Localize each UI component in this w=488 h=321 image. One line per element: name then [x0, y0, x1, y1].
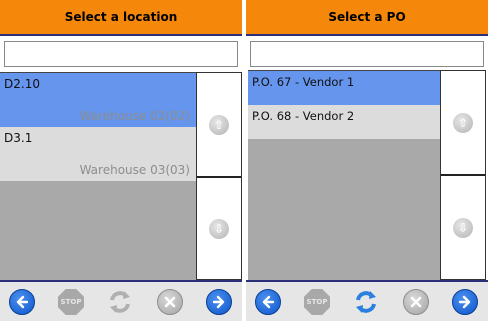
cancel-button[interactable] — [402, 288, 430, 316]
location-scroll-down-button[interactable]: ⇩ — [197, 178, 241, 279]
arrow-right-icon — [452, 289, 478, 315]
location-list-item[interactable]: D2.10 Warehouse 02(02) — [0, 73, 196, 127]
location-code: D3.1 — [4, 131, 33, 145]
location-warehouse: Warehouse 02(02) — [79, 109, 190, 123]
refresh-icon — [110, 291, 130, 313]
cancel-button[interactable] — [156, 288, 184, 316]
close-icon — [403, 289, 429, 315]
location-scroll-up-button[interactable]: ⇧ — [197, 73, 241, 176]
po-search-input[interactable] — [250, 41, 484, 67]
location-panel-header: Select a location — [0, 0, 242, 36]
po-panel-header: Select a PO — [246, 0, 488, 36]
refresh-button[interactable] — [352, 288, 380, 316]
arrow-down-icon: ⇩ — [453, 217, 473, 238]
location-list[interactable]: D2.10 Warehouse 02(02) D3.1 Warehouse 03… — [0, 72, 196, 280]
arrow-left-icon — [9, 289, 35, 315]
po-panel-title: Select a PO — [328, 10, 406, 24]
refresh-button[interactable] — [106, 288, 134, 316]
arrow-left-icon — [255, 289, 281, 315]
back-button[interactable] — [254, 288, 282, 316]
po-scroll-down-button[interactable]: ⇩ — [441, 176, 485, 279]
back-button[interactable] — [8, 288, 36, 316]
arrow-down-icon: ⇩ — [209, 218, 229, 239]
po-label: P.O. 68 - Vendor 2 — [252, 109, 355, 123]
location-panel-title: Select a location — [64, 10, 178, 24]
location-code: D2.10 — [4, 77, 40, 91]
po-list[interactable]: P.O. 67 - Vendor 1 P.O. 68 - Vendor 2 — [248, 70, 440, 280]
location-scroll-column: ⇧ ⇩ — [196, 72, 242, 280]
po-toolbar: STOP — [246, 282, 488, 321]
stop-icon: STOP — [58, 289, 84, 315]
arrow-up-icon: ⇧ — [453, 112, 473, 133]
location-warehouse: Warehouse 03(03) — [79, 163, 190, 177]
refresh-icon — [356, 291, 376, 313]
po-list-item[interactable]: P.O. 67 - Vendor 1 — [248, 71, 440, 105]
stop-button[interactable]: STOP — [57, 288, 85, 316]
arrow-up-icon: ⇧ — [209, 114, 229, 135]
po-panel: Select a PO P.O. 67 - Vendor 1 P.O. 68 -… — [246, 0, 488, 321]
po-label: P.O. 67 - Vendor 1 — [252, 75, 355, 89]
location-panel: Select a location D2.10 Warehouse 02(02)… — [0, 0, 242, 321]
po-list-item[interactable]: P.O. 68 - Vendor 2 — [248, 105, 440, 139]
po-scroll-column: ⇧ ⇩ — [440, 70, 486, 280]
stop-button[interactable]: STOP — [303, 288, 331, 316]
location-search-input[interactable] — [4, 41, 238, 67]
next-button[interactable] — [205, 288, 233, 316]
next-button[interactable] — [451, 288, 479, 316]
po-scroll-up-button[interactable]: ⇧ — [441, 71, 485, 174]
close-icon — [157, 289, 183, 315]
stop-icon: STOP — [304, 289, 330, 315]
location-list-item[interactable]: D3.1 Warehouse 03(03) — [0, 127, 196, 181]
location-toolbar: STOP — [0, 282, 242, 321]
arrow-right-icon — [206, 289, 232, 315]
